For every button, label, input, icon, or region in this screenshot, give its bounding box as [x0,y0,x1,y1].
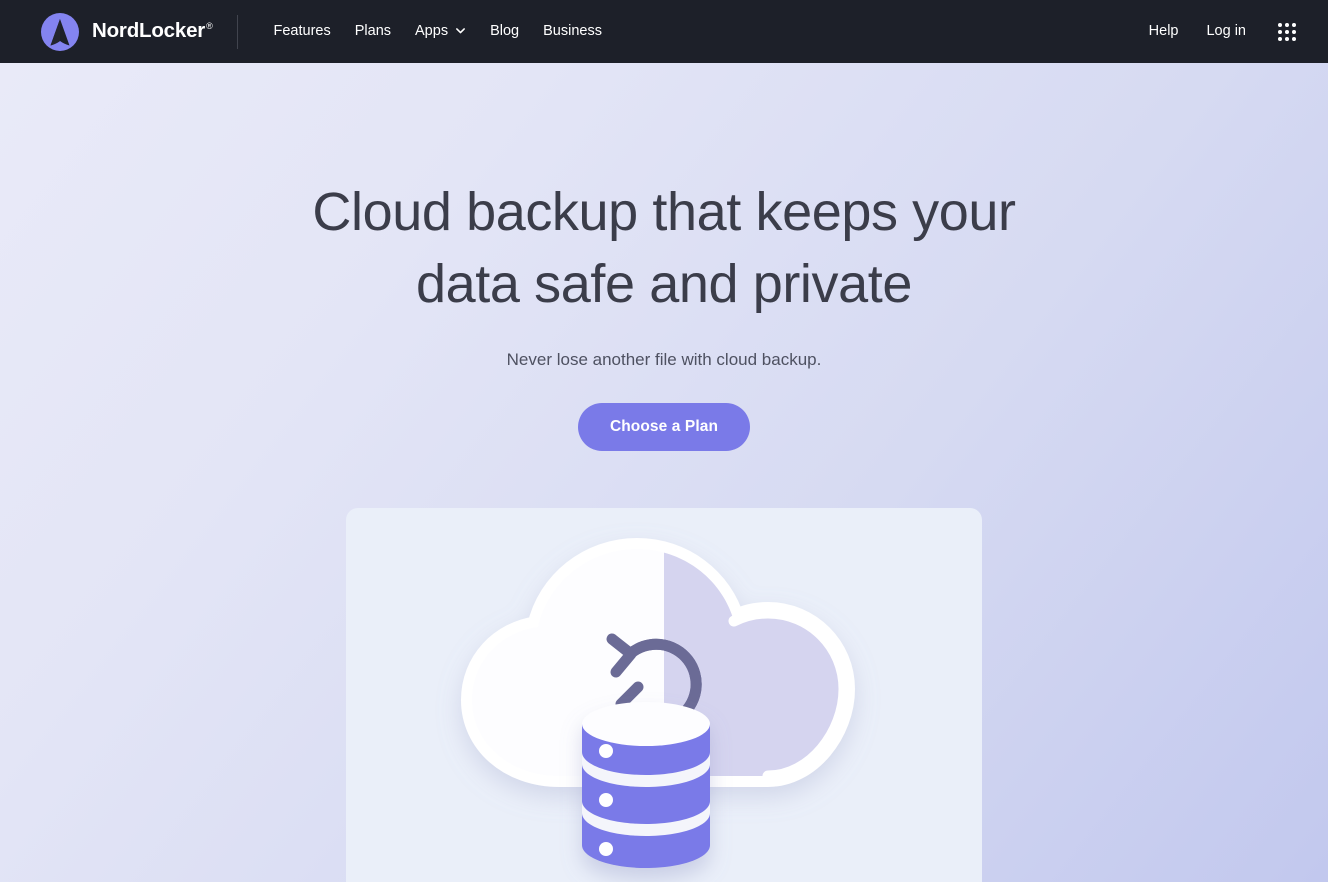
top-navigation-bar: NordLocker® Features Plans Apps Blog Bus… [0,0,1328,63]
secondary-nav-links: Help Log in [1135,14,1304,49]
grid-dot [1292,36,1296,41]
nav-item-plans[interactable]: Plans [343,14,403,49]
grid-dot [1285,22,1289,27]
illustration-card [346,508,982,882]
nav-item-blog-label: Blog [490,23,520,40]
page-title: Cloud backup that keeps your data safe a… [284,176,1044,320]
grid-dot [1278,22,1282,27]
nav-item-features-label: Features [273,23,331,40]
hero-subtitle: Never lose another file with cloud backu… [506,350,822,369]
nav-item-apps[interactable]: Apps [403,14,478,49]
choose-a-plan-button[interactable]: Choose a Plan [577,403,751,451]
grid-dot [1285,36,1289,41]
database-dot [599,744,613,758]
registered-trademark-mark: ® [206,21,213,32]
grid-dot [1278,36,1282,41]
nav-item-blog[interactable]: Blog [478,14,531,49]
nav-item-login-label: Log in [1206,23,1246,40]
grid-dots-icon[interactable] [1270,15,1304,49]
nav-item-business-label: Business [543,23,602,40]
nav-item-features[interactable]: Features [262,14,343,49]
nav-item-login[interactable]: Log in [1192,14,1260,49]
grid-dot [1278,29,1282,34]
grid-dot [1285,29,1289,34]
grid-dot [1292,22,1296,27]
hero-section: Cloud backup that keeps your data safe a… [0,63,1328,882]
brand-logo-link[interactable]: NordLocker® [40,12,213,52]
page-title-line-1: Cloud backup that keeps your [312,182,1016,242]
chevron-down-icon [455,25,466,36]
grid-dot [1292,29,1296,34]
brand-name: NordLocker® [92,19,213,43]
nordlocker-mountain-logo-icon [41,12,79,51]
page-title-line-2: data safe and private [416,254,912,314]
nav-item-help[interactable]: Help [1135,14,1193,49]
nav-item-plans-label: Plans [354,23,392,40]
cloud-backup-database-illustration [434,508,894,868]
navbar-divider [236,14,238,49]
nav-item-apps-label: Apps [415,23,449,40]
primary-nav-links: Features Plans Apps Blog Business [262,14,614,49]
nav-item-help-label: Help [1148,23,1179,40]
nav-item-business[interactable]: Business [531,14,614,49]
database-dot [599,793,613,807]
database-dot [599,842,613,856]
